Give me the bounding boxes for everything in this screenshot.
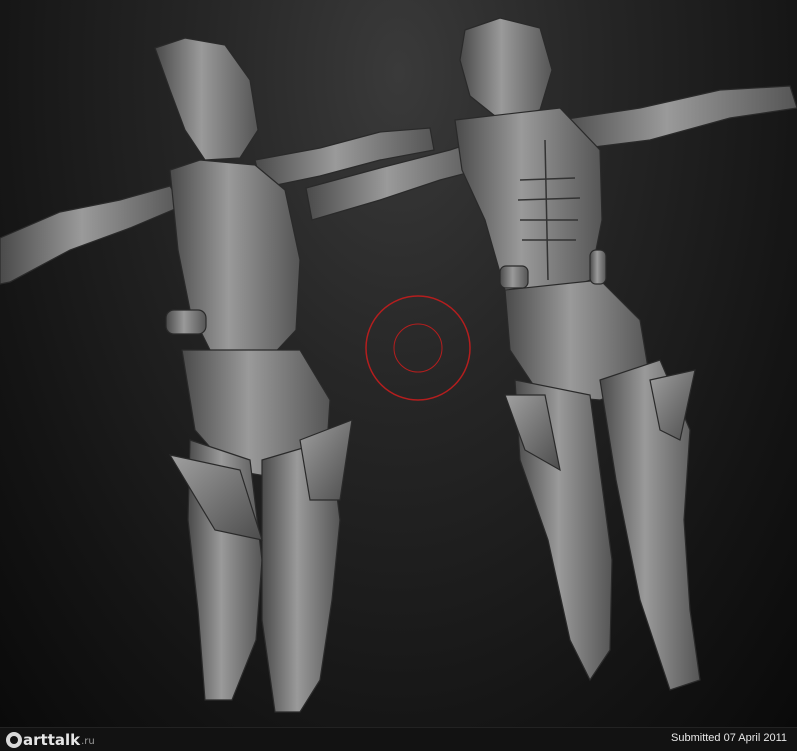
logo-suffix: .ru (81, 736, 95, 747)
submitted-date: Submitted 07 April 2011 (671, 732, 787, 744)
front-figure (0, 37, 435, 713)
sculpt-render (0, 17, 797, 713)
brush-cursor (365, 295, 471, 401)
arttalk-logo-icon (6, 731, 22, 748)
arttalk-logo[interactable]: arttalk .ru (6, 730, 95, 749)
footer-bar: arttalk .ru Submitted 07 April 2011 (0, 727, 797, 751)
back-figure (305, 17, 797, 691)
logo-text: arttalk (23, 730, 81, 749)
render-viewport (0, 0, 797, 727)
